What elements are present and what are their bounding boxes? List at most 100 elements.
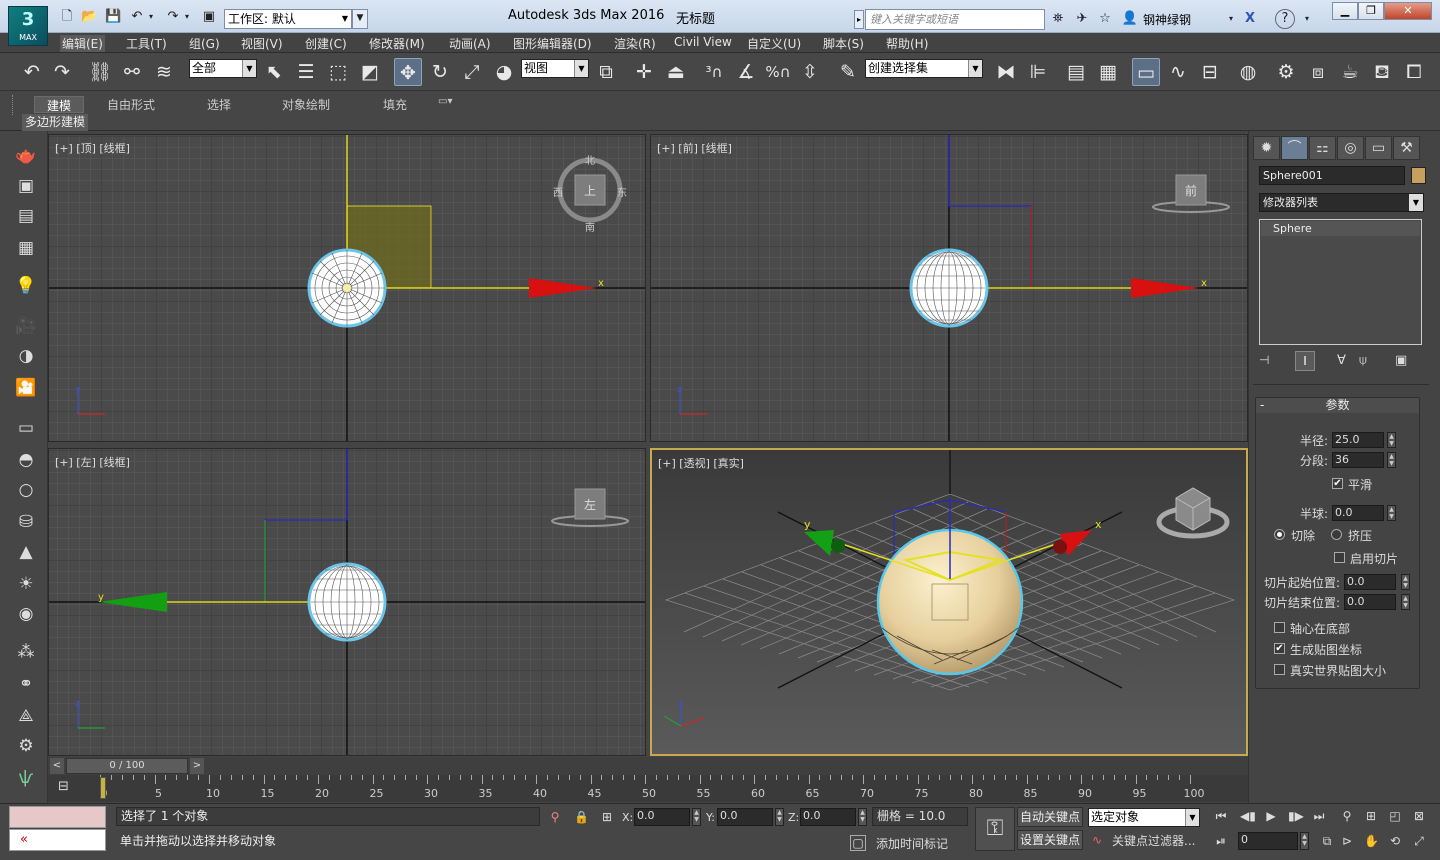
select-object-icon[interactable]: ⬉ — [260, 58, 288, 86]
rollout-header[interactable]: - 参数 — [1256, 398, 1419, 413]
exchange-apps-icon[interactable]: X — [1241, 10, 1259, 28]
maximize-button[interactable]: ❐ — [1358, 2, 1384, 20]
curve-editor-icon[interactable]: ∿ — [1164, 58, 1192, 86]
ribbon-grip-icon[interactable] — [12, 95, 15, 115]
pyramid-icon[interactable]: ⟁ — [12, 703, 40, 729]
quick-access-menu-icon[interactable]: ▼ — [352, 9, 368, 29]
search-input[interactable]: 键入关键字或短语 — [865, 9, 1045, 30]
show-end-result-icon[interactable]: Ⅰ — [1295, 351, 1315, 371]
modify-tab-icon[interactable]: ⌒ — [1281, 136, 1308, 160]
modifier-list-dropdown[interactable]: 修改器列表 ▼ — [1259, 193, 1424, 212]
object-name-input[interactable]: Sphere001 — [1259, 166, 1405, 185]
render-setup-icon[interactable]: ⚙ — [1272, 58, 1300, 86]
x-spinner-icon[interactable]: ▲ ▼ — [692, 808, 701, 826]
z-coord-input[interactable]: 0.0 — [800, 808, 856, 826]
real-world-map-checkbox[interactable] — [1274, 664, 1285, 675]
next-frame-icon[interactable]: > — [190, 758, 204, 774]
viewport-perspective-label[interactable]: [+] [透视] [真实] — [658, 455, 744, 471]
hemisphere-spinner-icon[interactable]: ▲ ▼ — [1387, 505, 1396, 521]
torus-icon[interactable]: ◉ — [12, 601, 40, 627]
key-selection-dropdown[interactable]: 选定对象 ▼ — [1088, 808, 1200, 827]
render-iterative-icon[interactable]: ⛾ — [1368, 58, 1396, 86]
orbit-icon[interactable]: ⟲ — [1388, 834, 1402, 848]
menu-modifiers[interactable]: 修改器(M) — [369, 35, 425, 52]
smooth-checkbox[interactable]: ✔ — [1332, 478, 1343, 489]
keyboard-shortcut-override-icon[interactable]: ⏏ — [662, 58, 690, 86]
angle-snap-icon[interactable]: ∡ — [732, 58, 760, 86]
minimize-button[interactable]: ▁ — [1332, 2, 1358, 20]
binoculars-icon[interactable]: ⛯ — [1049, 10, 1067, 28]
search-expand-icon[interactable]: ▸ — [854, 10, 864, 29]
menu-customize[interactable]: 自定义(U) — [747, 35, 801, 52]
hemisphere-icon[interactable]: ◓ — [12, 447, 40, 473]
select-and-rotate-icon[interactable]: ↻ — [426, 58, 454, 86]
time-cursor[interactable] — [100, 777, 106, 799]
zoom-extents-icon[interactable]: ◰ — [1388, 809, 1402, 823]
zoom-icon[interactable]: ⚲ — [1340, 809, 1354, 823]
modifier-stack[interactable]: Sphere — [1259, 219, 1422, 345]
snaps-toggle-icon[interactable]: ³∩ — [700, 58, 728, 86]
base-to-pivot-checkbox[interactable] — [1274, 622, 1285, 633]
menu-scripting[interactable]: 脚本(S) — [823, 35, 864, 52]
curve-editor-mini-icon[interactable]: ⊟ — [58, 779, 78, 797]
tab-freeform[interactable]: 自由形式 — [107, 96, 155, 113]
menu-views[interactable]: 视图(V) — [241, 35, 283, 52]
time-slider-thumb[interactable]: 0 / 100 — [66, 758, 188, 774]
menu-create[interactable]: 创建(C) — [305, 35, 347, 52]
viewport-perspective[interactable]: y x z [+] [透视] [真实] — [650, 448, 1248, 756]
viewport-left[interactable]: y z [+] [左] [线框] 左 — [48, 448, 646, 756]
auto-key-button[interactable]: 自动关键点 — [1017, 807, 1083, 827]
key-mode-icon[interactable]: ⏯ — [1214, 834, 1228, 848]
zoom-extents-all-icon[interactable]: ⊠ — [1412, 809, 1426, 823]
bind-space-warp-icon[interactable]: ≋ — [150, 58, 178, 86]
list-panel-icon[interactable]: ▤ — [12, 203, 40, 229]
next-key-icon[interactable]: ▮▶ — [1288, 809, 1304, 823]
tab-populate[interactable]: 填充 — [383, 96, 407, 113]
material-editor-icon[interactable]: ◍ — [1234, 58, 1262, 86]
teapot-icon[interactable]: 🫖 — [12, 143, 40, 169]
go-to-start-icon[interactable]: ⏮ — [1214, 809, 1228, 823]
sun-icon[interactable]: ☀ — [12, 571, 40, 597]
user-dropdown-icon[interactable]: ▾ — [1222, 10, 1240, 28]
previous-frame-icon[interactable]: < — [50, 758, 64, 774]
remove-modifier-icon[interactable]: ⍦ — [1359, 353, 1375, 369]
menu-help[interactable]: 帮助(H) — [886, 35, 928, 52]
chop-radio[interactable] — [1274, 529, 1285, 540]
segments-spinner-icon[interactable]: ▲ ▼ — [1387, 452, 1396, 468]
close-button[interactable]: ✕ — [1384, 2, 1432, 20]
pivot-center-icon[interactable]: ⧉ — [592, 58, 620, 86]
make-unique-icon[interactable]: ∀ — [1337, 353, 1353, 369]
key-filter-curve-icon[interactable]: ∿ — [1090, 833, 1104, 847]
ribbon-options-icon[interactable]: ▭▾ — [438, 96, 452, 107]
redo-dropdown-icon[interactable]: ▾ — [182, 8, 192, 26]
grid-panel-icon[interactable]: ▦ — [12, 235, 40, 261]
maxscript-expand-icon[interactable]: « — [9, 829, 106, 851]
go-to-end-icon[interactable]: ⏭ — [1312, 809, 1326, 823]
set-key-icon[interactable]: ⚿ — [975, 807, 1015, 851]
maximize-viewport-icon[interactable]: ⤢ — [1412, 834, 1426, 848]
set-key-button[interactable]: 设置关键点 — [1017, 830, 1083, 850]
viewport-front-label[interactable]: [+] [前] [线框] — [657, 140, 732, 156]
redo-icon[interactable]: ↷ — [164, 8, 182, 26]
link-icon[interactable]: ⛓ — [86, 58, 114, 86]
select-by-name-icon[interactable]: ☰ — [292, 58, 320, 86]
viewport-left-label[interactable]: [+] [左] [线框] — [55, 454, 130, 470]
render-image-icon[interactable]: ▣ — [12, 173, 40, 199]
undo-icon[interactable]: ↶ — [18, 58, 46, 86]
viewport-top[interactable]: x y [+] [顶] [线框] 北 南 东 西 上 — [48, 134, 646, 442]
help-icon[interactable]: ? — [1275, 9, 1295, 29]
polygon-modeling-panel[interactable]: 多边形建模 — [22, 114, 88, 131]
squash-radio[interactable] — [1331, 529, 1342, 540]
display-tab-icon[interactable]: ▭ — [1365, 136, 1392, 160]
mirror-icon[interactable]: ⧓ — [992, 58, 1020, 86]
communication-center-icon[interactable]: ✈ — [1073, 10, 1091, 28]
reference-coordinate-dropdown[interactable]: 视图 ▼ — [521, 59, 589, 78]
y-spinner-icon[interactable]: ▲ ▼ — [775, 808, 784, 826]
undo-icon[interactable]: ↶ — [128, 8, 146, 26]
tab-object-paint[interactable]: 对象绘制 — [282, 96, 330, 113]
radius-spinner-icon[interactable]: ▲ ▼ — [1387, 432, 1396, 448]
maxscript-listener-mini[interactable] — [9, 806, 106, 828]
toggle-ribbon-icon[interactable]: ▭ — [1132, 58, 1160, 86]
menu-edit[interactable]: 编辑(E) — [60, 35, 105, 52]
grass-icon[interactable]: ѱ — [12, 765, 40, 791]
